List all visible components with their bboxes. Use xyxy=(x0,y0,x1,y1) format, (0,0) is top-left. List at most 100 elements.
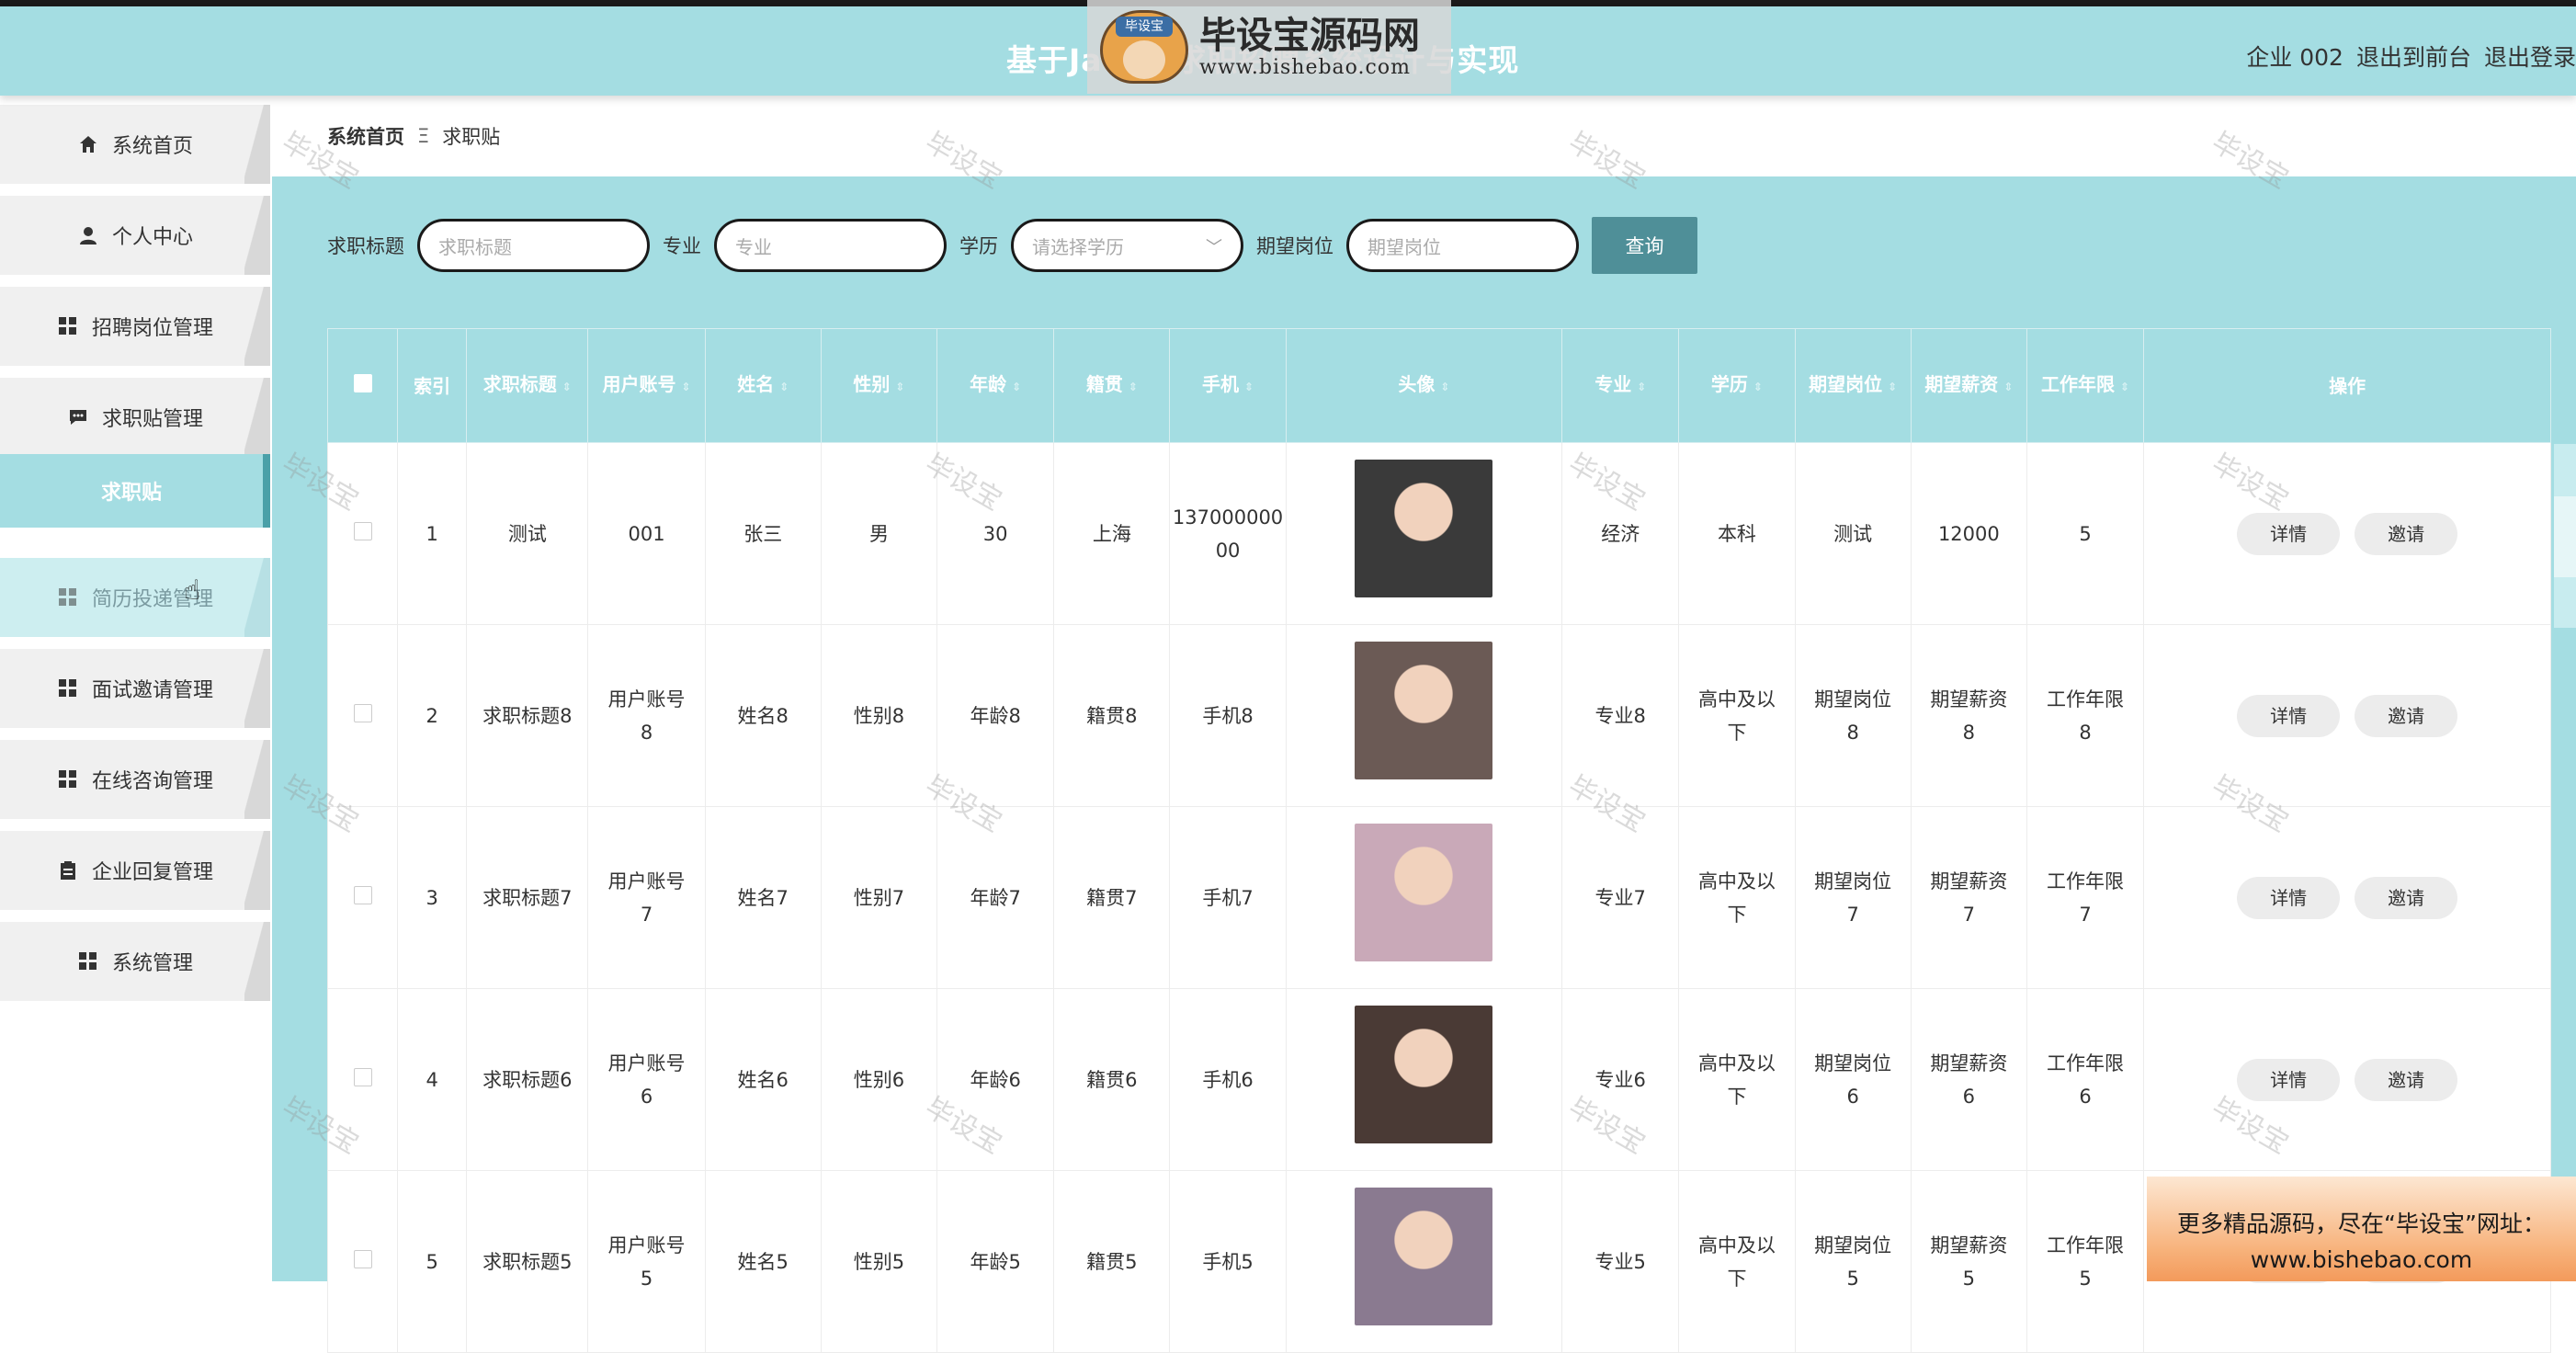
select-all-checkbox[interactable] xyxy=(353,373,372,392)
column-header-label: 头像 xyxy=(1398,373,1436,395)
cell-edu: 高中及以下 xyxy=(1678,988,1796,1171)
sidebar-item-7[interactable]: 在线咨询管理 xyxy=(0,740,270,819)
sort-icon[interactable]: ⇕ xyxy=(1440,374,1449,400)
column-header-13[interactable]: 期望薪资 ⇕ xyxy=(1910,328,2027,443)
column-header-6[interactable]: 年龄 ⇕ xyxy=(936,328,1055,443)
sidebar-item-8[interactable]: 企业回复管理 xyxy=(0,831,270,910)
scrollbar-thumb[interactable] xyxy=(2554,496,2576,577)
column-header-8[interactable]: 手机 ⇕ xyxy=(1169,328,1287,443)
sort-icon[interactable]: ⇕ xyxy=(1129,374,1138,400)
column-header-1[interactable]: 索引 xyxy=(397,328,468,443)
sidebar-item-3[interactable]: 求职贴管理 xyxy=(0,378,270,457)
column-header-4[interactable]: 姓名 ⇕ xyxy=(704,328,822,443)
cell-name: 姓名5 xyxy=(704,1170,822,1353)
sidebar-item-6[interactable]: 面试邀请管理 xyxy=(0,649,270,728)
sort-icon[interactable]: ⇕ xyxy=(2003,374,2013,400)
sort-icon[interactable]: ⇕ xyxy=(895,374,904,400)
sidebar-item-2[interactable]: 招聘岗位管理 xyxy=(0,287,270,366)
logout-link[interactable]: 退出登录 xyxy=(2484,40,2576,73)
invite-button[interactable]: 邀请 xyxy=(2355,876,2458,919)
cell-avatar xyxy=(1285,624,1563,807)
column-header-3[interactable]: 用户账号 ⇕ xyxy=(587,328,706,443)
cell-name: 姓名6 xyxy=(704,988,822,1171)
table-row: 4 求职标题6 用户账号6 姓名6 性别6 年龄6 籍贯6 手机6 专业6 高中及以下 期望岗位6 期… xyxy=(326,988,2551,1171)
row-checkbox[interactable] xyxy=(353,885,372,904)
grid-icon xyxy=(77,950,99,972)
cell-years: 工作年限5 xyxy=(2026,1170,2145,1353)
cell-name: 姓名7 xyxy=(704,806,822,989)
column-header-label: 学历 xyxy=(1710,373,1748,395)
detail-button[interactable]: 详情 xyxy=(2237,694,2341,737)
search-major-input[interactable]: 专业 xyxy=(714,219,947,272)
column-header-12[interactable]: 期望岗位 ⇕ xyxy=(1794,328,1912,443)
sort-icon[interactable]: ⇕ xyxy=(1753,374,1763,400)
sidebar-item-5[interactable]: 简历投递管理 xyxy=(0,558,270,637)
cell-idx: 1 xyxy=(397,442,468,625)
column-header-5[interactable]: 性别 ⇕ xyxy=(820,328,938,443)
column-header-label: 手机 xyxy=(1202,373,1240,395)
column-header-0[interactable] xyxy=(326,328,399,443)
education-select[interactable]: 请选择学历 ﹀ xyxy=(1011,219,1243,272)
invite-button[interactable]: 邀请 xyxy=(2355,512,2458,555)
cell-age: 年龄7 xyxy=(936,806,1055,989)
query-button[interactable]: 查询 xyxy=(1592,217,1697,274)
row-checkbox[interactable] xyxy=(353,703,372,722)
cell-account: 001 xyxy=(587,442,706,625)
detail-button[interactable]: 详情 xyxy=(2237,512,2341,555)
sort-icon[interactable]: ⇕ xyxy=(562,374,572,400)
cell-phone: 手机8 xyxy=(1169,624,1287,807)
search-position-input[interactable]: 期望岗位 xyxy=(1346,219,1579,272)
cell-origin: 籍贯8 xyxy=(1053,624,1171,807)
column-header-10[interactable]: 专业 ⇕ xyxy=(1561,328,1680,443)
search-title-input[interactable]: 求职标题 xyxy=(417,219,650,272)
cell-title: 测试 xyxy=(466,442,589,625)
row-checkbox[interactable] xyxy=(353,1067,372,1086)
column-header-14[interactable]: 工作年限 ⇕ xyxy=(2026,328,2145,443)
column-header-label: 年龄 xyxy=(970,373,1007,395)
invite-button[interactable]: 邀请 xyxy=(2355,1058,2458,1101)
company-user-label[interactable]: 企业 002 xyxy=(2246,40,2343,73)
sidebar-item-9[interactable]: 系统管理 xyxy=(0,922,270,1001)
sort-icon[interactable]: ⇕ xyxy=(1244,374,1254,400)
sort-icon[interactable]: ⇕ xyxy=(1888,374,1897,400)
cell-gender: 性别6 xyxy=(820,988,938,1171)
sort-icon[interactable]: ⇕ xyxy=(1637,374,1646,400)
column-header-7[interactable]: 籍贯 ⇕ xyxy=(1053,328,1171,443)
cell-major: 专业8 xyxy=(1561,624,1680,807)
cell-edu: 本科 xyxy=(1678,442,1796,625)
column-header-label: 用户账号 xyxy=(602,373,676,395)
sidebar: 系统首页个人中心招聘岗位管理 求职贴管理 求职贴简历投递管理面试邀请管理在线咨询管理… xyxy=(0,96,272,1281)
cell-salary: 期望薪资6 xyxy=(1910,988,2027,1171)
sidebar-item-0[interactable]: 系统首页 xyxy=(0,105,270,184)
row-checkbox-cell xyxy=(326,806,399,989)
sidebar-item-1[interactable]: 个人中心 xyxy=(0,196,270,275)
sidebar-item-label: 面试邀请管理 xyxy=(91,679,213,702)
sort-icon[interactable]: ⇕ xyxy=(682,374,691,400)
cell-age: 年龄8 xyxy=(936,624,1055,807)
sidebar-item-4[interactable]: 求职贴 xyxy=(0,454,270,528)
table-row: 2 求职标题8 用户账号8 姓名8 性别8 年龄8 籍贯8 手机8 专业8 高中及以下 期望岗位8 期… xyxy=(326,624,2551,807)
detail-button[interactable]: 详情 xyxy=(2237,876,2341,919)
sort-icon[interactable]: ⇕ xyxy=(2120,374,2129,400)
breadcrumb-home[interactable]: 系统首页 xyxy=(327,122,404,150)
column-header-label: 工作年限 xyxy=(2041,373,2116,395)
cell-origin: 籍贯6 xyxy=(1053,988,1171,1171)
cell-age: 年龄5 xyxy=(936,1170,1055,1353)
sidebar-item-label: 企业回复管理 xyxy=(91,861,213,884)
ad-banner[interactable]: 更多精品源码，尽在“毕设宝”网址： www.bishebao.com xyxy=(2147,1177,2576,1281)
column-header-9[interactable]: 头像 ⇕ xyxy=(1285,328,1563,443)
exit-to-front-link[interactable]: 退出到前台 xyxy=(2356,40,2471,73)
row-checkbox[interactable] xyxy=(353,1249,372,1268)
sort-icon[interactable]: ⇕ xyxy=(779,374,789,400)
cell-salary: 期望薪资7 xyxy=(1910,806,2027,989)
column-header-2[interactable]: 求职标题 ⇕ xyxy=(466,328,589,443)
invite-button[interactable]: 邀请 xyxy=(2355,694,2458,737)
sort-icon[interactable]: ⇕ xyxy=(1012,374,1021,400)
row-checkbox[interactable] xyxy=(353,521,372,540)
cell-origin: 籍贯7 xyxy=(1053,806,1171,989)
detail-button[interactable]: 详情 xyxy=(2237,1058,2341,1101)
column-header-11[interactable]: 学历 ⇕ xyxy=(1678,328,1796,443)
row-checkbox-cell xyxy=(326,988,399,1171)
breadcrumb-current: 求职贴 xyxy=(442,126,501,148)
cell-origin: 上海 xyxy=(1053,442,1171,625)
